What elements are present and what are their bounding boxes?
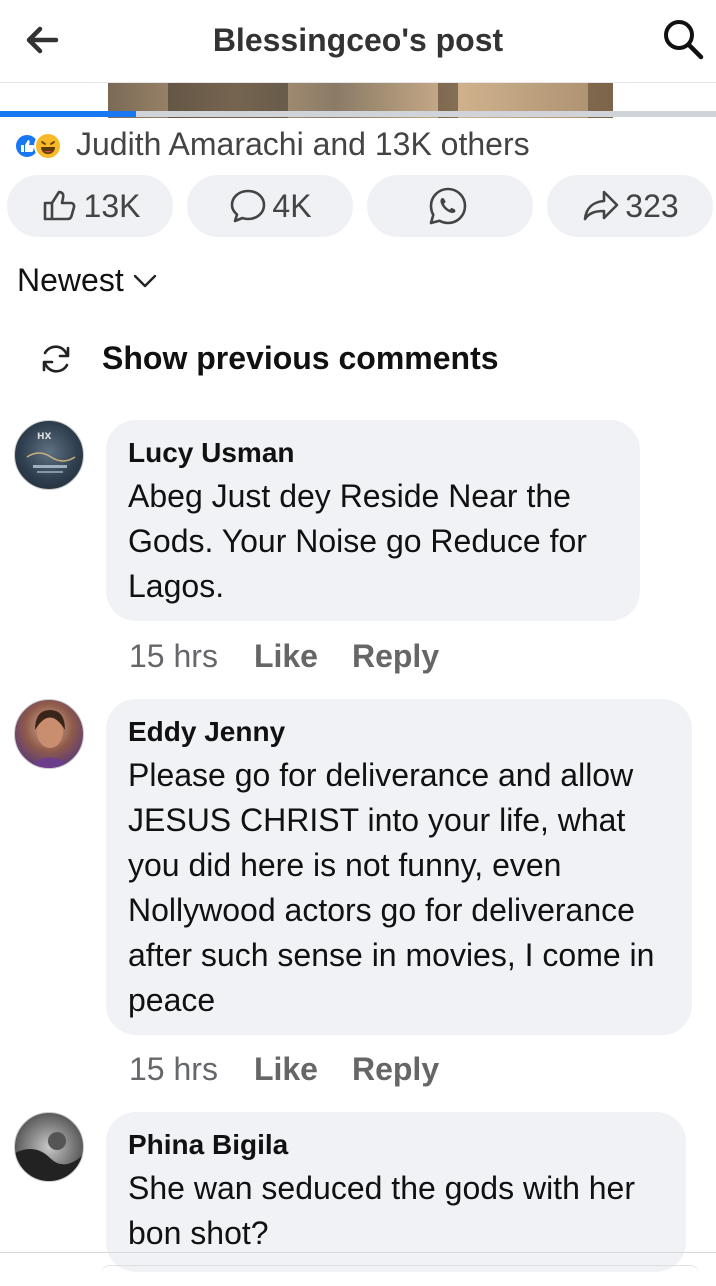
- comment-text: She wan seduced the gods with her bon sh…: [128, 1170, 635, 1251]
- show-previous-comments-label: Show previous comments: [102, 340, 499, 376]
- comment-like-button[interactable]: Like: [254, 638, 318, 675]
- sort-label: Newest: [17, 262, 124, 298]
- comment-bubble: Eddy Jenny Please go for deliverance and…: [106, 699, 692, 1035]
- comment-bubble: Lucy Usman Abeg Just dey Reside Near the…: [106, 420, 640, 621]
- next-comment-preview: [100, 1265, 700, 1286]
- comment-button[interactable]: 4K: [187, 175, 353, 237]
- share-button[interactable]: 323: [547, 175, 713, 237]
- share-arrow-icon: [583, 190, 619, 221]
- comment-bubble: Phina Bigila She wan seduced the gods wi…: [106, 1112, 686, 1272]
- refresh-icon: [42, 344, 70, 373]
- whatsapp-share-button[interactable]: [367, 175, 533, 237]
- comment-reply-button[interactable]: Reply: [352, 1051, 439, 1088]
- comment-count: 4K: [272, 187, 312, 224]
- whatsapp-icon: [429, 187, 467, 225]
- comment-author[interactable]: Phina Bigila: [128, 1128, 664, 1162]
- header-bar: Blessingceo's post: [0, 0, 716, 83]
- thumbs-up-icon: [43, 190, 75, 221]
- comment-time: 15 hrs: [129, 638, 218, 674]
- haha-reaction-icon: [34, 132, 62, 160]
- reactions-summary-text[interactable]: Judith Amarachi and 13K others: [76, 126, 530, 163]
- comment-author[interactable]: Eddy Jenny: [128, 715, 670, 749]
- comment-actions: 15 hrs Like Reply: [129, 638, 439, 675]
- avatar[interactable]: [14, 1112, 84, 1182]
- like-button[interactable]: 13K: [7, 175, 173, 237]
- comment-bubble-icon: [231, 189, 266, 223]
- comment-author[interactable]: Lucy Usman: [128, 436, 618, 470]
- like-count: 13K: [83, 187, 141, 224]
- avatar[interactable]: HX: [14, 420, 84, 490]
- reactions-summary[interactable]: Judith Amarachi and 13K others: [14, 126, 530, 164]
- bottom-divider: [0, 1252, 716, 1253]
- page-title: Blessingceo's post: [212, 22, 504, 58]
- svg-text:HX: HX: [37, 432, 52, 442]
- chevron-down-icon: [133, 274, 156, 287]
- show-previous-comments[interactable]: Show previous comments: [38, 340, 499, 377]
- comment-text: Abeg Just dey Reside Near the Gods. Your…: [128, 478, 587, 604]
- media-progress-fill: [0, 111, 137, 117]
- comment-sort-dropdown[interactable]: Newest: [17, 262, 158, 299]
- search-icon: [664, 20, 704, 60]
- comment-text: Please go for deliverance and allow JESU…: [128, 757, 655, 1018]
- search-button[interactable]: [660, 16, 706, 62]
- share-count: 323: [625, 187, 679, 224]
- comment-reply-button[interactable]: Reply: [352, 638, 439, 675]
- comment-time: 15 hrs: [129, 1051, 218, 1087]
- comment-like-button[interactable]: Like: [254, 1051, 318, 1088]
- media-progress-bar: [0, 111, 716, 117]
- comment-actions: 15 hrs Like Reply: [129, 1051, 439, 1088]
- avatar[interactable]: [14, 699, 84, 769]
